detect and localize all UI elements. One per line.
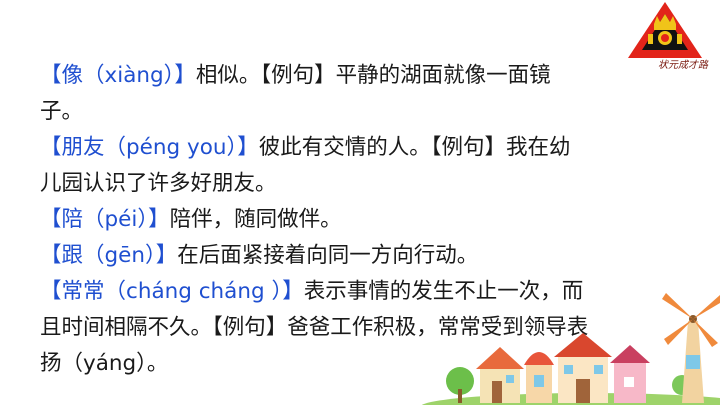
definition: 在后面紧接着向同一方向行动。 [177, 243, 479, 268]
term: 【像（xiàng）】 [40, 63, 196, 88]
definition: 扬（yáng）。 [40, 351, 169, 376]
town-illustration [421, 293, 720, 405]
logo-caption: 状元成才路 [658, 60, 708, 71]
definition: 相似。【例句】平静的湖面就像一面镜 [195, 63, 551, 88]
term: 【常常（cháng cháng ）】 [40, 279, 304, 304]
entry-line: 儿园认识了许多好朋友。 [40, 168, 650, 200]
definition: 陪伴，随同做伴。 [169, 207, 342, 232]
definition: 彼此有交情的人。【例句】我在幼 [258, 135, 571, 160]
term: 【陪（péi）】 [40, 207, 170, 232]
entry-line: 【朋友（péng you）】彼此有交情的人。【例句】我在幼 [40, 132, 650, 164]
definition: 子。 [40, 99, 84, 124]
term: 【跟（gēn）】 [40, 243, 178, 268]
definition: 儿园认识了许多好朋友。 [40, 171, 277, 196]
entry-line: 【陪（péi）】陪伴，随同做伴。 [40, 204, 650, 236]
entry-line: 子。 [40, 96, 650, 128]
slide: 状元成才路 【像（xiàng）】相似。【例句】平静的湖面就像一面镜 子。 【朋友… [0, 0, 720, 405]
term: 【朋友（péng you）】 [40, 135, 259, 160]
entry-line: 【像（xiàng）】相似。【例句】平静的湖面就像一面镜 [40, 60, 650, 92]
windmill-icon [662, 293, 720, 403]
entry-line: 【跟（gēn）】在后面紧接着向同一方向行动。 [40, 240, 650, 272]
